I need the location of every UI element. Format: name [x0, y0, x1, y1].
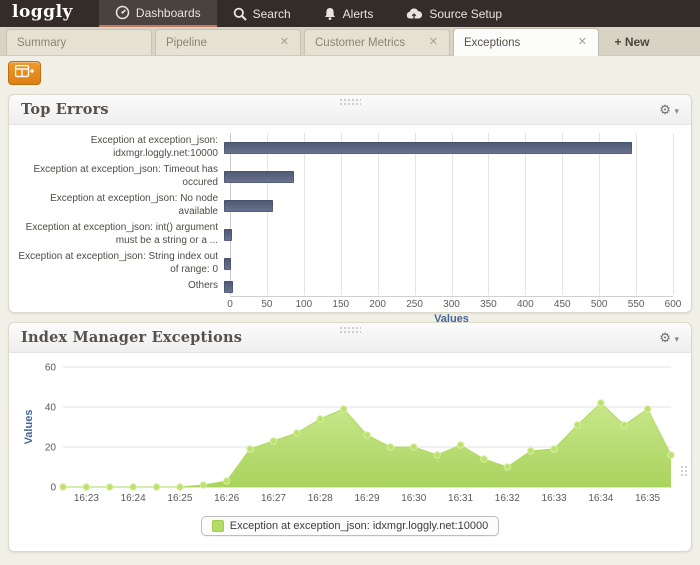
bar-label: Exception at exception_json: No node ava… — [9, 193, 224, 218]
svg-text:16:30: 16:30 — [401, 493, 426, 504]
svg-text:16:26: 16:26 — [214, 493, 239, 504]
cloud-icon — [405, 7, 423, 20]
bar[interactable] — [224, 142, 632, 154]
bar[interactable] — [224, 171, 294, 183]
bar-label: Exception at exception_json: Timeout has… — [9, 164, 224, 189]
close-icon[interactable]: ✕ — [277, 35, 292, 50]
svg-text:40: 40 — [45, 403, 57, 414]
bar-label: Exception at exception_json: idxmgr.logg… — [9, 135, 224, 160]
svg-text:20: 20 — [45, 443, 57, 454]
panel-top-errors: Top Errors ⚙ ▾ Exception at exception_js… — [8, 94, 692, 313]
bar-row: Exception at exception_json: No node ava… — [9, 191, 691, 220]
tab-new[interactable]: + New — [602, 29, 660, 55]
top-errors-bar-chart: Exception at exception_json: idxmgr.logg… — [9, 125, 691, 333]
svg-text:16:32: 16:32 — [495, 493, 520, 504]
legend-label: Exception at exception_json: idxmgr.logg… — [230, 520, 488, 532]
svg-text:16:29: 16:29 — [354, 493, 379, 504]
chevron-down-icon: ▾ — [674, 106, 679, 116]
chevron-down-icon: ▾ — [674, 334, 679, 344]
panel-drag-handle[interactable] — [339, 98, 361, 105]
resize-handle[interactable] — [680, 465, 688, 476]
bar-row: Exception at exception_json: String inde… — [9, 249, 691, 278]
loggly-logo[interactable]: loggly — [0, 0, 87, 27]
svg-text:16:34: 16:34 — [588, 493, 613, 504]
search-icon — [233, 7, 247, 21]
tab-bar: SummaryPipeline✕Customer Metrics✕Excepti… — [0, 27, 700, 56]
svg-text:16:23: 16:23 — [74, 493, 99, 504]
bar[interactable] — [224, 281, 233, 293]
nav-item-dashboards[interactable]: Dashboards — [99, 0, 217, 27]
dashboard-content: Top Errors ⚙ ▾ Exception at exception_js… — [0, 56, 700, 552]
tab-summary[interactable]: Summary — [6, 29, 152, 55]
svg-text:16:25: 16:25 — [167, 493, 192, 504]
close-icon[interactable]: ✕ — [575, 35, 590, 50]
bar[interactable] — [224, 258, 231, 270]
tab-exceptions[interactable]: Exceptions✕ — [453, 28, 599, 56]
bar-row: Exception at exception_json: idxmgr.logg… — [9, 133, 691, 162]
bell-icon — [323, 7, 337, 21]
bar-row: Exception at exception_json: Timeout has… — [9, 162, 691, 191]
close-icon[interactable]: ✕ — [426, 35, 441, 50]
svg-text:16:28: 16:28 — [308, 493, 333, 504]
bar[interactable] — [224, 229, 232, 241]
bar-row: Exception at exception_json: int() argum… — [9, 220, 691, 249]
bar-row: Others — [9, 278, 691, 295]
x-axis: 050100150200250300350400450500550600 — [230, 296, 673, 310]
bar[interactable] — [224, 200, 273, 212]
chart-legend: Exception at exception_json: idxmgr.logg… — [19, 516, 681, 536]
add-widget-button[interactable] — [8, 61, 41, 85]
area-chart-svg: 0 20 40 60 16:23 16:24 16:25 16:26 16:27 16:28 16:… — [19, 359, 683, 511]
svg-text:60: 60 — [45, 363, 57, 374]
gauge-icon — [115, 5, 130, 20]
columns-plus-icon — [15, 65, 34, 82]
bar-label: Others — [9, 280, 224, 293]
svg-text:16:24: 16:24 — [121, 493, 146, 504]
nav-item-source-setup[interactable]: Source Setup — [389, 0, 518, 27]
panel-title: Index Manager Exceptions — [21, 329, 242, 346]
gear-icon[interactable]: ⚙ ▾ — [659, 330, 679, 346]
nav-item-alerts[interactable]: Alerts — [307, 0, 390, 27]
top-nav: loggly DashboardsSearchAlertsSource Setu… — [0, 0, 700, 27]
legend-swatch — [212, 520, 224, 532]
nav-item-search[interactable]: Search — [217, 0, 307, 27]
svg-text:16:31: 16:31 — [448, 493, 473, 504]
tab-customer-metrics[interactable]: Customer Metrics✕ — [304, 29, 450, 55]
svg-text:0: 0 — [50, 483, 56, 494]
y-axis-label: Values — [23, 410, 35, 445]
bar-label: Exception at exception_json: int() argum… — [9, 222, 224, 247]
tab-pipeline[interactable]: Pipeline✕ — [155, 29, 301, 55]
index-manager-area-chart: 0 20 40 60 16:23 16:24 16:25 16:26 16:27 16:28 16:… — [9, 353, 691, 548]
panel-drag-handle[interactable] — [339, 326, 361, 333]
svg-text:16:27: 16:27 — [261, 493, 286, 504]
nav-items: DashboardsSearchAlertsSource Setup — [99, 0, 518, 27]
svg-text:16:33: 16:33 — [542, 493, 567, 504]
bar-label: Exception at exception_json: String inde… — [9, 251, 224, 276]
svg-text:16:35: 16:35 — [635, 493, 660, 504]
panel-title: Top Errors — [21, 101, 109, 118]
gear-icon[interactable]: ⚙ ▾ — [659, 102, 679, 118]
panel-index-manager-exceptions: Index Manager Exceptions ⚙ ▾ 0 20 40 60 16:2… — [8, 322, 692, 552]
